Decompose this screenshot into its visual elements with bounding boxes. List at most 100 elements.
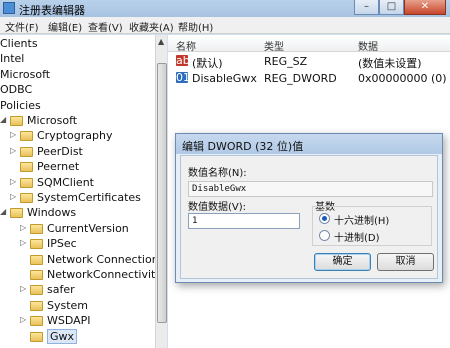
folder-icon: [10, 208, 23, 219]
tree-item-label: PeerDist: [37, 144, 83, 158]
tree-item-label: WSDAPI: [47, 314, 91, 328]
tree-item[interactable]: Clients: [0, 37, 155, 52]
folder-icon: [30, 223, 43, 234]
tree-item[interactable]: System: [0, 299, 155, 314]
tree-item[interactable]: NetworkConnectivityStat: [0, 268, 166, 283]
value-data-input[interactable]: 1: [188, 213, 300, 229]
window-title: 注册表编辑器: [19, 4, 85, 17]
folder-icon: [20, 146, 33, 157]
folder-icon: [10, 116, 23, 126]
decimal-label[interactable]: 十进制(D): [334, 229, 380, 244]
tree-item[interactable]: ▷ PeerDist: [0, 145, 155, 160]
menu-help[interactable]: 帮助(H): [178, 19, 213, 34]
tree-item[interactable]: ▷ safer: [0, 283, 155, 298]
tree-item-label: IPSec: [47, 237, 77, 251]
tree-item-label: Gwx: [47, 328, 78, 344]
tree-item[interactable]: ODBC: [0, 83, 155, 98]
close-icon[interactable]: ✕: [404, 0, 446, 15]
tree-item-label: CurrentVersion: [47, 221, 129, 235]
hex-radio[interactable]: [319, 213, 330, 224]
value-row-default[interactable]: ab (默认) REG_SZ (数值未设置): [168, 54, 450, 70]
tree-item[interactable]: ▷ IPSec: [0, 237, 155, 252]
folder-icon: [20, 193, 33, 203]
expanded-arrow-icon[interactable]: ◢: [0, 207, 6, 216]
value-name: DisableGwx: [192, 72, 257, 85]
minimize-icon[interactable]: –: [354, 0, 379, 15]
tree-item[interactable]: ▷ CurrentVersion: [0, 222, 155, 237]
menu-bar: 文件(F) 编辑(E) 查看(V) 收藏夹(A) 帮助(H): [0, 17, 450, 34]
tree-item-label: SQMClient: [37, 175, 94, 189]
value-data: 0x00000000 (0): [358, 72, 447, 85]
tree-scrollbar[interactable]: ▲: [155, 35, 167, 348]
maximize-icon[interactable]: □: [379, 0, 404, 15]
string-value-icon: ab: [176, 54, 190, 67]
tree-item-label: Clients: [0, 37, 38, 50]
column-data[interactable]: 数据: [358, 38, 378, 53]
collapsed-arrow-icon[interactable]: ▷: [10, 192, 16, 201]
tree-item[interactable]: ◢ Windows: [0, 206, 155, 221]
tree-item-label: SystemCertificates: [37, 191, 141, 204]
collapsed-arrow-icon[interactable]: ▷: [10, 146, 16, 155]
tree-item[interactable]: ◢ Microsoft: [0, 114, 155, 129]
value-row-disablegwx[interactable]: 010 DisableGwx REG_DWORD 0x00000000 (0): [168, 71, 450, 87]
folder-icon: [20, 177, 33, 188]
tree-item-label: Network Connections: [47, 252, 165, 266]
dword-value-icon: 010: [176, 71, 197, 84]
column-name[interactable]: 名称: [176, 38, 196, 53]
title-bar[interactable]: 注册表编辑器 – □ ✕: [0, 0, 450, 17]
value-name-label: 数值名称(N):: [188, 168, 247, 179]
folder-icon: [30, 239, 43, 250]
collapsed-arrow-icon[interactable]: ▷: [10, 177, 16, 186]
menu-favorites[interactable]: 收藏夹(A): [129, 19, 174, 34]
tree-item[interactable]: ▷ Cryptography: [0, 129, 155, 144]
tree-item-label: Policies: [0, 98, 41, 112]
tree-item[interactable]: Peernet: [0, 160, 155, 175]
menu-file[interactable]: 文件(F): [5, 19, 39, 34]
tree-item-label: ODBC: [0, 83, 33, 97]
cancel-button[interactable]: 取消: [377, 253, 434, 271]
menu-view[interactable]: 查看(V): [88, 19, 123, 34]
folder-icon: [30, 331, 43, 342]
dialog-body: 数值名称(N): DisableGwx 数值数据(V): 1 基数 十六进制(H…: [180, 155, 438, 279]
folder-icon: [30, 285, 43, 296]
folder-icon: [30, 316, 43, 327]
scroll-up-icon[interactable]: ▲: [158, 37, 164, 46]
tree-item-label: Cryptography: [37, 129, 113, 143]
tree-item[interactable]: Intel: [0, 52, 155, 67]
tree-item[interactable]: ▷ WSDAPI: [0, 314, 155, 329]
dialog-title-bar[interactable]: 编辑 DWORD (32 位)值: [176, 134, 442, 154]
registry-key-tree[interactable]: Clients Intel Microsoft ODBC Policies ◢ Micros…: [0, 35, 167, 348]
ok-button[interactable]: 确定: [314, 253, 371, 271]
tree-item-label: Microsoft: [27, 114, 78, 127]
collapsed-arrow-icon[interactable]: ▷: [20, 238, 26, 247]
scrollbar-thumb[interactable]: [157, 63, 167, 323]
column-type[interactable]: 类型: [264, 38, 284, 53]
menu-edit[interactable]: 编辑(E): [48, 19, 82, 34]
hex-label[interactable]: 十六进制(H): [334, 212, 389, 227]
tree-item[interactable]: Network Connections: [0, 253, 164, 268]
folder-icon: [30, 254, 43, 265]
collapsed-arrow-icon[interactable]: ▷: [10, 130, 16, 139]
tree-item[interactable]: Microsoft: [0, 68, 155, 83]
collapsed-arrow-icon[interactable]: ▷: [20, 223, 26, 232]
base-group: 十六进制(H) 十进制(D): [312, 206, 432, 246]
tree-item[interactable]: Gwx: [0, 328, 155, 345]
expanded-arrow-icon[interactable]: ◢: [0, 115, 6, 124]
values-header: 名称 类型 数据: [168, 35, 450, 53]
folder-icon: [30, 300, 43, 311]
tree-item[interactable]: ▷ SystemCertificates: [0, 191, 155, 206]
registry-app-icon: [3, 2, 15, 14]
tree-item-label: NetworkConnectivityStat: [47, 268, 166, 281]
value-name-field: DisableGwx: [188, 181, 433, 197]
folder-icon: [20, 162, 33, 173]
folder-icon: [20, 131, 33, 142]
collapsed-arrow-icon[interactable]: ▷: [20, 315, 26, 324]
tree-item[interactable]: Policies: [0, 99, 155, 114]
decimal-radio[interactable]: [319, 230, 330, 241]
dialog-title: 编辑 DWORD (32 位)值: [182, 140, 304, 153]
tree-item[interactable]: ▷ SQMClient: [0, 176, 155, 191]
value-name: (默认): [192, 57, 223, 70]
window-controls: – □ ✕: [354, 0, 446, 16]
tree-item-label: Intel: [0, 52, 25, 66]
collapsed-arrow-icon[interactable]: ▷: [20, 284, 26, 293]
